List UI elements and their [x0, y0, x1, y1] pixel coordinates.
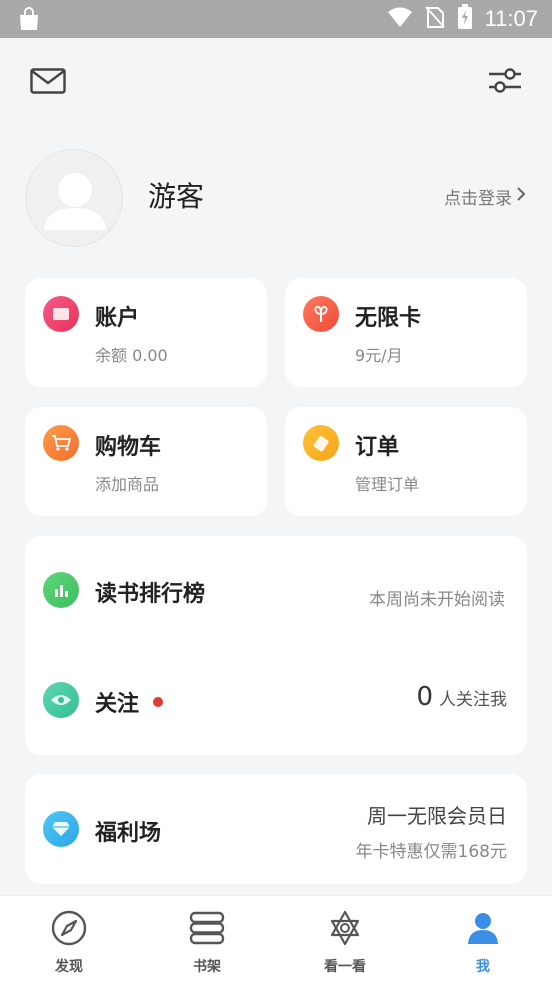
reading-follow-card: 读书排行榜 本周尚未开始阅读 关注 0 人关注我	[25, 536, 527, 755]
login-label: 点击登录	[444, 189, 512, 209]
cart-title: 购物车	[95, 435, 162, 460]
sprout-icon	[303, 296, 339, 332]
shopping-cart-icon	[43, 425, 79, 461]
follower-count: 0	[416, 682, 433, 712]
tab-me-label: 我	[476, 959, 490, 975]
status-bar: 11:07	[0, 0, 552, 38]
follower-count-label: 人关注我	[439, 690, 507, 710]
welfare-card[interactable]: 福利场 周一无限会员日 年卡特惠仅需168元	[25, 774, 527, 884]
username: 游客	[148, 180, 205, 213]
top-bar	[0, 38, 552, 128]
tab-look[interactable]: 看一看	[276, 896, 414, 981]
chevron-right-icon	[516, 186, 526, 207]
eye-icon	[43, 682, 79, 718]
unlimited-card[interactable]: 无限卡 9元/月	[285, 278, 527, 387]
mail-icon[interactable]	[30, 68, 66, 98]
unlimited-title: 无限卡	[355, 306, 422, 331]
bar-chart-icon	[43, 572, 79, 608]
wifi-icon	[387, 6, 413, 32]
tab-me[interactable]: 我	[414, 896, 552, 981]
orders-title: 订单	[355, 435, 400, 460]
login-link[interactable]: 点击登录	[444, 184, 526, 209]
account-title: 账户	[95, 306, 140, 331]
compass-icon	[51, 910, 87, 950]
bookshelf-icon	[188, 910, 226, 950]
unlimited-price: 9元/月	[355, 346, 403, 365]
cart-card[interactable]: 购物车 添加商品	[25, 407, 267, 516]
shopping-bag-icon	[16, 6, 42, 36]
reading-rank-status: 本周尚未开始阅读	[369, 590, 505, 610]
welfare-promo-line1: 周一无限会员日	[367, 804, 507, 828]
follow-title-wrap: 关注	[95, 686, 164, 718]
account-balance: 余额 0.00	[95, 346, 168, 365]
tab-bookshelf[interactable]: 书架	[138, 896, 276, 981]
account-card[interactable]: 账户 余额 0.00	[25, 278, 267, 387]
welfare-promo-line2: 年卡特惠仅需168元	[355, 842, 507, 862]
bottom-tab-bar: 发现 书架 看一看 我	[0, 895, 552, 981]
star-of-david-icon	[327, 910, 363, 950]
settings-sliders-icon[interactable]	[488, 66, 522, 100]
tab-discover-label: 发现	[55, 959, 83, 975]
profile-section[interactable]: 游客 点击登录	[0, 148, 552, 248]
diamond-icon	[43, 811, 79, 847]
reading-rank-title: 读书排行榜	[95, 582, 206, 607]
no-sim-icon	[424, 5, 445, 33]
orders-subtitle: 管理订单	[355, 475, 420, 494]
order-ticket-icon	[303, 425, 339, 461]
cart-subtitle: 添加商品	[95, 475, 160, 494]
tab-discover[interactable]: 发现	[0, 896, 138, 981]
battery-charging-icon	[457, 4, 473, 34]
reading-rank-row[interactable]: 读书排行榜 本周尚未开始阅读	[25, 536, 527, 646]
avatar[interactable]	[25, 149, 123, 247]
status-time: 11:07	[484, 6, 538, 31]
person-icon	[465, 910, 501, 950]
tab-bookshelf-label: 书架	[193, 959, 221, 975]
tab-look-label: 看一看	[324, 959, 366, 975]
follow-row[interactable]: 关注 0 人关注我	[25, 646, 527, 755]
follow-count-wrap: 0 人关注我	[416, 682, 507, 712]
orders-card[interactable]: 订单 管理订单	[285, 407, 527, 516]
follow-title: 关注	[95, 692, 140, 717]
notification-dot	[153, 697, 164, 707]
welfare-title: 福利场	[95, 821, 162, 846]
wallet-icon	[43, 296, 79, 332]
